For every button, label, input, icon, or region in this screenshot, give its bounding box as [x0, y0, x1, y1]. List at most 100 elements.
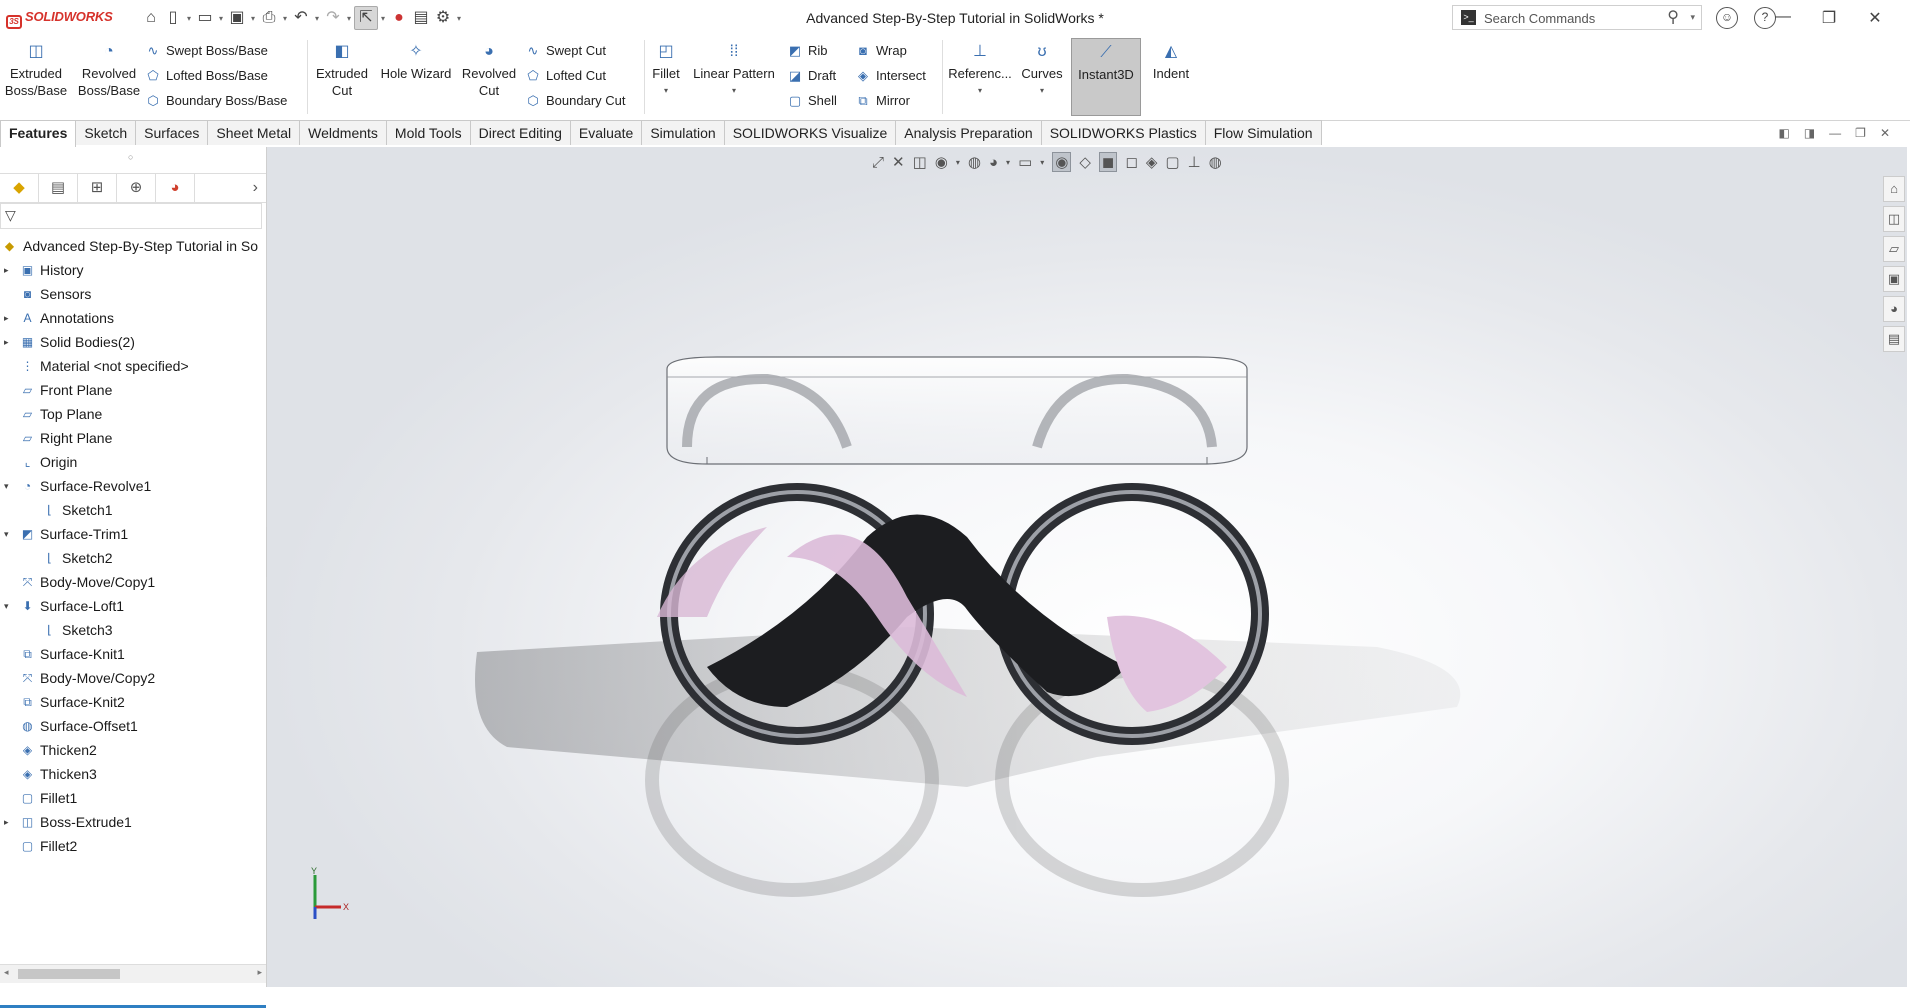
- boundary-boss-button[interactable]: ⬡ Boundary Boss/Base: [144, 90, 287, 112]
- intersect-button[interactable]: ◈ Intersect: [854, 65, 926, 87]
- minimize-icon[interactable]: —: [1760, 8, 1806, 28]
- tree-item[interactable]: ▱ Front Plane: [0, 378, 266, 402]
- reference-geometry-button[interactable]: ⊥ Referenc... ▾: [946, 42, 1014, 99]
- tab-evaluate[interactable]: Evaluate: [569, 120, 643, 145]
- tree-item[interactable]: ▾ ◩ Surface-Trim1: [0, 522, 266, 546]
- new-dropdown-icon[interactable]: ▾: [184, 14, 194, 23]
- swept-boss-button[interactable]: ∿ Swept Boss/Base: [144, 40, 268, 62]
- tree-item[interactable]: ⤧ Body-Move/Copy2: [0, 666, 266, 690]
- tab-sketch[interactable]: Sketch: [75, 120, 137, 145]
- redo-icon[interactable]: ↷: [322, 7, 344, 29]
- tree-item[interactable]: ⤧ Body-Move/Copy1: [0, 570, 266, 594]
- revolved-boss-button[interactable]: ◔ Revolved Boss/Base: [76, 42, 142, 99]
- tab-direct-editing[interactable]: Direct Editing: [469, 120, 571, 145]
- tree-item[interactable]: ▱ Right Plane: [0, 426, 266, 450]
- collapse-left-icon[interactable]: ◧: [1778, 126, 1789, 140]
- wrap-button[interactable]: ◙ Wrap: [854, 40, 907, 62]
- search-icon[interactable]: ⚲: [1667, 7, 1679, 27]
- graphics-viewport[interactable]: ⤢ ✕ ◫ ◉ ▾ ◍ ◕ ▾ ▭ ▾ ◉ ◇ ◼ ◻ ◈ ▢ ⊥ ◍ ⌂ ◫ …: [267, 147, 1907, 987]
- file-explorer-icon[interactable]: ▱: [1883, 236, 1905, 262]
- tree-item[interactable]: ▸ ▦ Solid Bodies(2): [0, 330, 266, 354]
- tree-item[interactable]: ⌊ Sketch1: [0, 498, 266, 522]
- tree-item[interactable]: ▾ ⬇ Surface-Loft1: [0, 594, 266, 618]
- linear-pattern-dropdown-icon[interactable]: ▾: [688, 82, 780, 99]
- tab-solidworks-plastics[interactable]: SOLIDWORKS Plastics: [1040, 120, 1206, 145]
- scroll-right-icon[interactable]: ▸: [257, 967, 262, 978]
- tree-item[interactable]: ⧉ Surface-Knit2: [0, 690, 266, 714]
- reference-dropdown-icon[interactable]: ▾: [946, 82, 1014, 99]
- close-icon[interactable]: ✕: [1852, 8, 1898, 28]
- expand-arrow-icon[interactable]: ▸: [4, 810, 9, 834]
- user-account-icon[interactable]: ☺: [1716, 7, 1738, 29]
- tree-root[interactable]: ◆ Advanced Step-By-Step Tutorial in So: [0, 234, 266, 258]
- viewport-close-icon[interactable]: ✕: [1880, 126, 1890, 140]
- extruded-boss-button[interactable]: ◫ Extruded Boss/Base: [4, 42, 68, 99]
- mirror-button[interactable]: ⧉ Mirror: [854, 90, 910, 112]
- options-gear-icon[interactable]: ⚙: [432, 7, 454, 29]
- collapse-right-icon[interactable]: ◨: [1804, 126, 1815, 140]
- tree-item[interactable]: ◙ Sensors: [0, 282, 266, 306]
- fillet-button[interactable]: ◰ Fillet ▾: [648, 42, 684, 99]
- tree-filter-box[interactable]: ▽: [0, 203, 262, 229]
- undo-icon[interactable]: ↶: [290, 7, 312, 29]
- tree-item[interactable]: ⌊ Sketch3: [0, 618, 266, 642]
- linear-pattern-button[interactable]: ⁞⁞ Linear Pattern ▾: [688, 42, 780, 99]
- configuration-manager-tab-icon[interactable]: ⊞: [78, 174, 117, 202]
- viewport-restore-icon[interactable]: ❐: [1855, 126, 1866, 140]
- panel-grip-icon[interactable]: ○: [128, 152, 133, 162]
- expand-arrow-icon[interactable]: ▸: [4, 258, 9, 282]
- indent-button[interactable]: ◭ Indent: [1146, 42, 1196, 82]
- viewport-minimize-icon[interactable]: —: [1829, 126, 1841, 140]
- feature-manager-tab-icon[interactable]: ◆: [0, 174, 39, 202]
- dimxpert-tab-icon[interactable]: ⊕: [117, 174, 156, 202]
- undo-dropdown-icon[interactable]: ▾: [312, 14, 322, 23]
- expand-arrow-icon[interactable]: ▸: [4, 330, 9, 354]
- tree-item[interactable]: ⌊ Sketch2: [0, 546, 266, 570]
- lofted-cut-button[interactable]: ⬠ Lofted Cut: [524, 65, 606, 87]
- expand-arrow-icon[interactable]: ▸: [4, 306, 9, 330]
- tree-item[interactable]: ▢ Fillet1: [0, 786, 266, 810]
- tree-item[interactable]: ▢ Fillet2: [0, 834, 266, 858]
- open-dropdown-icon[interactable]: ▾: [216, 14, 226, 23]
- tab-surfaces[interactable]: Surfaces: [135, 120, 209, 145]
- rebuild-traffic-light-icon[interactable]: ●: [388, 7, 410, 29]
- redo-dropdown-icon[interactable]: ▾: [344, 14, 354, 23]
- tree-item[interactable]: ▾ ◔ Surface-Revolve1: [0, 474, 266, 498]
- scroll-left-icon[interactable]: ◂: [4, 967, 9, 978]
- tree-item[interactable]: ⧉ Surface-Knit1: [0, 642, 266, 666]
- curves-dropdown-icon[interactable]: ▾: [1018, 82, 1066, 99]
- tab-flow-simulation[interactable]: Flow Simulation: [1204, 120, 1322, 145]
- options-dropdown-icon[interactable]: ▾: [454, 14, 464, 23]
- more-tabs-chevron-icon[interactable]: ›: [253, 174, 258, 202]
- save-icon[interactable]: ▣: [226, 7, 248, 29]
- tree-item[interactable]: ▸ A Annotations: [0, 306, 266, 330]
- tab-weldments[interactable]: Weldments: [299, 120, 387, 145]
- tab-sheet-metal[interactable]: Sheet Metal: [207, 120, 301, 145]
- revolved-cut-button[interactable]: ◕ Revolved Cut: [458, 42, 520, 99]
- boundary-cut-button[interactable]: ⬡ Boundary Cut: [524, 90, 625, 112]
- tab-analysis-preparation[interactable]: Analysis Preparation: [895, 120, 1042, 145]
- tab-features[interactable]: Features: [0, 120, 77, 147]
- restore-icon[interactable]: ❐: [1806, 8, 1852, 28]
- search-input[interactable]: Search Commands: [1484, 11, 1595, 26]
- tab-mold-tools[interactable]: Mold Tools: [385, 120, 471, 145]
- extruded-cut-button[interactable]: ◧ Extruded Cut: [312, 42, 372, 99]
- hole-wizard-button[interactable]: ✧ Hole Wizard: [376, 42, 456, 82]
- select-dropdown-icon[interactable]: ▾: [378, 14, 388, 23]
- instant3d-button[interactable]: ⟋ Instant3D: [1071, 38, 1141, 116]
- tree-item[interactable]: ⋮ Material <not specified>: [0, 354, 266, 378]
- rib-button[interactable]: ◩ Rib: [786, 40, 828, 62]
- search-dropdown-icon[interactable]: ▾: [1690, 12, 1695, 23]
- search-commands-box[interactable]: >_ Search Commands ⚲ ▾: [1452, 5, 1702, 30]
- scroll-thumb[interactable]: [18, 969, 120, 979]
- display-manager-tab-icon[interactable]: ◕: [156, 174, 195, 202]
- model-render[interactable]: [267, 147, 1907, 987]
- appearances-scenes-icon[interactable]: ◕: [1883, 296, 1905, 322]
- tab-simulation[interactable]: Simulation: [641, 120, 725, 145]
- shell-button[interactable]: ▢ Shell: [786, 90, 837, 112]
- collapse-arrow-icon[interactable]: ▾: [4, 594, 9, 618]
- tree-item[interactable]: ▸ ▣ History: [0, 258, 266, 282]
- select-pointer-icon[interactable]: ⇱: [354, 6, 378, 30]
- tree-item[interactable]: ◈ Thicken3: [0, 762, 266, 786]
- lofted-boss-button[interactable]: ⬠ Lofted Boss/Base: [144, 65, 268, 87]
